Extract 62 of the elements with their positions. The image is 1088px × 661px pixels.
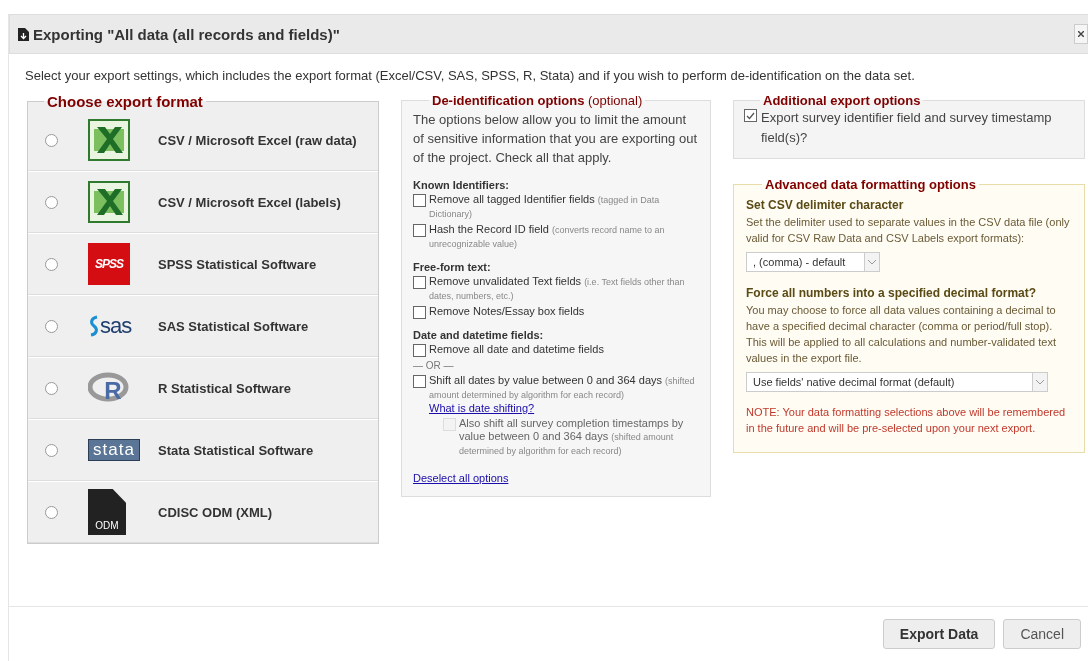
option-label: Hash the Record ID field (converts record name to an unrecognizable value) [429,223,666,251]
file-icon [18,27,29,41]
format-label: CSV / Microsoft Excel (raw data) [158,132,357,148]
close-button[interactable] [1074,24,1088,44]
option-label: Also shift all survey completion timestamps by value between 0 and 364 days (shifted amount determined by algorithm for each record) [459,417,685,458]
panel-legend: De-identification options (optional) [429,93,646,108]
checkbox[interactable] [413,276,426,289]
group-heading: Known Identifiers: [413,179,510,191]
close-icon [1078,31,1084,37]
group-heading: Free-form text: [413,261,492,273]
dialog-title: Exporting "All data (all records and fields)" [33,25,341,43]
caret-icon [868,259,876,265]
or-separator: — OR — [413,360,455,371]
format-label: SAS Statistical Software [158,318,309,334]
format-label: CDISC ODM (XML) [158,504,273,520]
option-label: Remove unvalidated Text fields (i.e. Text fields other than dates, numbers, etc.) [429,275,686,303]
radio-button[interactable] [45,443,58,457]
description-text: The options below allow you to limit the amount of sensitive information that you are exporting out of the project. Check all that apply. [413,111,698,167]
delimiter-select[interactable]: , (comma) - default [746,252,880,272]
option-label: Remove all date and datetime fields [429,343,604,356]
panel-legend: Additional export options [760,93,924,108]
export-button[interactable]: Export Data [882,619,996,649]
odm-file-icon: ODM [88,489,126,535]
spss-logo: SPSS [88,243,130,285]
radio-button[interactable] [45,257,58,271]
group-heading: Date and datetime fields: [413,329,545,341]
format-label: R Statistical Software [158,380,291,396]
checkbox[interactable] [744,109,757,122]
format-label: CSV / Microsoft Excel (labels) [158,194,341,210]
radio-button[interactable] [45,505,58,519]
caret-icon [1036,379,1044,385]
help-link[interactable]: What is date shifting? [429,402,535,414]
option-label: Remove Notes/Essay box fields [429,305,585,318]
deselect-link[interactable]: Deselect all options [413,472,509,484]
radio-button[interactable] [45,195,58,209]
checkbox[interactable] [413,194,426,207]
radio-button[interactable] [45,319,58,333]
section-description: You may choose to force all data values containing a decimal to have a specified decimal character (comma or period/full stop). This will be applied to all calculations and number-validated text values in the export file. [746,303,1057,366]
radio-button[interactable] [45,133,58,147]
decimal-format-select[interactable]: Use fields' native decimal format (default) [746,372,1048,392]
format-label: Stata Statistical Software [158,442,314,458]
option-label: Remove all tagged Identifier fields (tagged in Data Dictionary) [429,193,661,221]
cancel-button[interactable]: Cancel [1003,619,1081,649]
spreadsheet-icon [88,181,130,223]
section-heading: Set CSV delimiter character [746,198,905,212]
sas-logo: sas [88,313,132,339]
checkbox[interactable] [413,306,426,319]
section-description: Set the delimiter used to separate values in the CSV data file (only valid for CSV Raw Data and CSV Labels export formats): [746,215,1071,246]
radio-button[interactable] [45,381,58,395]
spreadsheet-icon [88,119,130,161]
panel-legend: Advanced data formatting options [762,177,979,192]
checkbox[interactable] [413,375,426,388]
panel-legend: Choose export format [44,93,206,110]
stata-logo: stata [88,439,140,461]
checkbox[interactable] [413,224,426,237]
intro-text: Select your export settings, which includes the export format (Excel/CSV, SAS, SPSS, R, Stata) and if you wish to perform de-identification on the data set. [25,68,916,83]
section-heading: Force all numbers into a specified decimal format? [746,286,1038,300]
format-label: SPSS Statistical Software [158,256,317,272]
option-label: Shift all dates by value between 0 and 364 days (shifted amount determined by algorithm for each record) What is date shifting? [429,374,696,415]
note-text: NOTE: Your data formatting selections above will be remembered in the future and will be pre-selected upon your next export. [746,405,1067,436]
checkbox[interactable] [413,344,426,357]
option-label: Export survey identifier field and survey timestamp field(s)? [761,109,1053,147]
